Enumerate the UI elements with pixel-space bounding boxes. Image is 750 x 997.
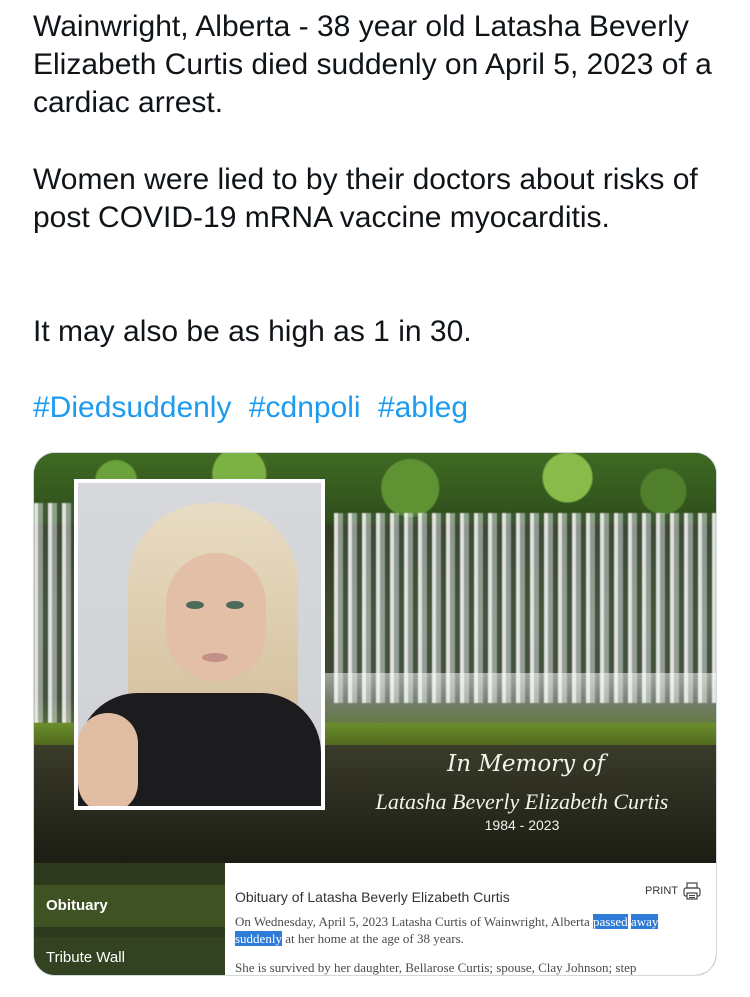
print-button[interactable]: PRINT: [645, 881, 702, 901]
obituary-title: Obituary of Latasha Beverly Elizabeth Cu…: [235, 889, 510, 905]
deceased-name: Latasha Beverly Elizabeth Curtis: [375, 789, 669, 814]
tweet-text-paragraph-1: Wainwright, Alberta - 38 year old Latash…: [33, 10, 712, 119]
link-preview-card[interactable]: In Memory of Latasha Beverly Elizabeth C…: [33, 452, 717, 976]
tweet-text-paragraph-2: Women were lied to by their doctors abou…: [33, 163, 698, 234]
memory-title: In Memory of: [447, 751, 605, 777]
sidebar-item-obituary[interactable]: Obituary: [34, 885, 225, 927]
life-years: 1984 - 2023: [484, 817, 560, 833]
print-label: PRINT: [645, 885, 678, 897]
obituary-body: On Wednesday, April 5, 2023 Latasha Curt…: [235, 914, 659, 946]
selected-text: passed: [593, 914, 628, 929]
obituary-body-continued: She is survived by her daughter, Bellaro…: [235, 960, 637, 975]
memorial-photo: [74, 479, 325, 810]
memorial-sidebar: Obituary Tribute Wall: [34, 863, 225, 975]
hashtag-link[interactable]: #Diedsuddenly: [33, 391, 231, 424]
hashtag-link[interactable]: #cdnpoli: [249, 391, 361, 424]
hashtag-link[interactable]: #ableg: [378, 391, 468, 424]
waterfall-image: [34, 503, 74, 723]
printer-icon: [683, 882, 701, 900]
memorial-banner: In Memory of Latasha Beverly Elizabeth C…: [34, 453, 716, 863]
mist-image: [324, 673, 716, 723]
tweet-text-paragraph-3: It may also be as high as 1 in 30.: [33, 315, 472, 348]
sidebar-item-tribute-wall[interactable]: Tribute Wall: [34, 937, 225, 975]
hashtag-row: #Diedsuddenly #cdnpoli #ableg: [33, 389, 477, 427]
obituary-content: Obituary of Latasha Beverly Elizabeth Cu…: [225, 863, 716, 975]
